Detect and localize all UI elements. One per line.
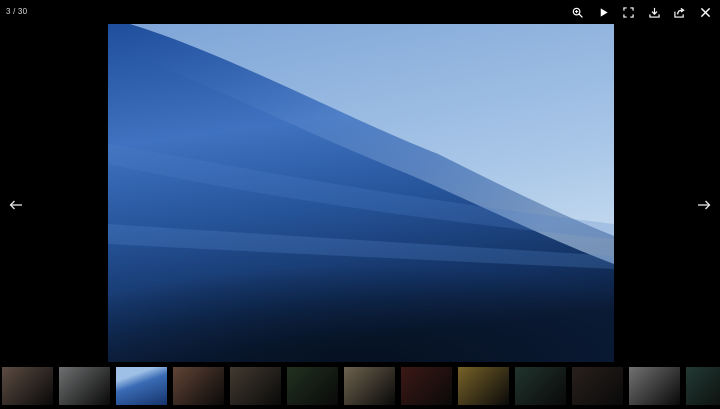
toolbar	[565, 4, 718, 20]
zoom-in-icon	[572, 7, 583, 18]
thumbnail-image	[458, 367, 509, 405]
arrow-right-icon	[698, 200, 711, 210]
thumbnail-image	[686, 367, 720, 405]
fullscreen-button[interactable]	[616, 4, 642, 20]
ocean-wave-photo	[108, 24, 614, 362]
previous-image-button[interactable]	[6, 196, 26, 214]
thumbnail-woman-yellow[interactable]	[458, 367, 509, 405]
thumbnail-strip	[0, 367, 720, 407]
main-image[interactable]	[108, 24, 614, 362]
download-button[interactable]	[642, 4, 668, 20]
next-image-button[interactable]	[694, 196, 714, 214]
thumbnail-ocean-wave[interactable]	[116, 367, 167, 405]
download-icon	[649, 7, 660, 18]
fullscreen-icon	[623, 6, 634, 18]
slideshow-play-button[interactable]	[591, 4, 617, 20]
thumbnail-image	[287, 367, 338, 405]
thumbnail-image	[629, 367, 680, 405]
thumbnail-flowers-portrait[interactable]	[2, 367, 53, 405]
thumbnail-white-flower[interactable]	[59, 367, 110, 405]
share-icon	[674, 7, 685, 18]
thumbnail-image	[2, 367, 53, 405]
thumbnail-hands-coffee[interactable]	[572, 367, 623, 405]
lightbox-viewer: 3 / 30	[0, 0, 720, 409]
close-button[interactable]	[693, 4, 719, 20]
thumbnail-image	[344, 367, 395, 405]
arrow-left-icon	[9, 200, 22, 210]
thumbnail-red-car[interactable]	[401, 367, 452, 405]
thumbnail-image	[116, 367, 167, 405]
thumbnail-image	[401, 367, 452, 405]
thumbnail-woman-scarf[interactable]	[173, 367, 224, 405]
thumbnail-image	[59, 367, 110, 405]
thumbnail-palm-leaves[interactable]	[515, 367, 566, 405]
close-icon	[700, 7, 710, 17]
thumbnail-white-curtain[interactable]	[629, 367, 680, 405]
thumbnail-deer-room[interactable]	[230, 367, 281, 405]
thumbnail-image	[515, 367, 566, 405]
thumbnail-image	[572, 367, 623, 405]
thumbnail-image	[230, 367, 281, 405]
thumbnail-palm-hat[interactable]	[287, 367, 338, 405]
share-button[interactable]	[667, 4, 693, 20]
zoom-button[interactable]	[565, 4, 591, 20]
thumbnail-beach-sand[interactable]	[344, 367, 395, 405]
play-icon	[600, 7, 608, 17]
slide-counter: 3 / 30	[6, 7, 28, 16]
thumbnail-image	[173, 367, 224, 405]
thumbnail-green-leaves[interactable]	[686, 367, 720, 405]
